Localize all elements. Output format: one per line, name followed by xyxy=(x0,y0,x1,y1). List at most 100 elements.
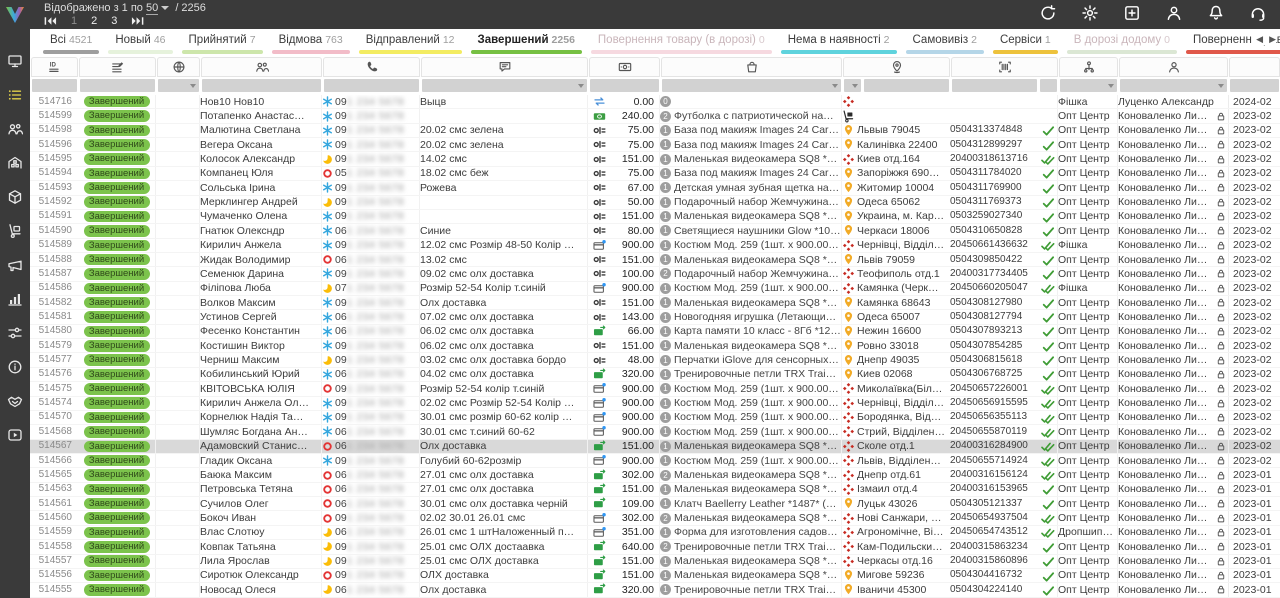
page-size-select[interactable]: 50 xyxy=(146,2,158,15)
tab-новый[interactable]: Новый46 xyxy=(107,29,173,56)
filter-input[interactable] xyxy=(32,79,77,92)
headset-button[interactable] xyxy=(1248,3,1268,23)
tab-всі[interactable]: Всі4521 xyxy=(42,29,100,56)
table-row[interactable]: 514576ЗавершенийКобилинський Юрий061 234… xyxy=(30,368,1280,382)
sidebar-item-products[interactable] xyxy=(0,180,30,214)
sidebar-item-settings[interactable] xyxy=(0,316,30,350)
bell-button[interactable] xyxy=(1206,3,1226,23)
refresh-button[interactable] xyxy=(1038,3,1058,23)
tab-сервіси[interactable]: Сервіси1 xyxy=(992,29,1059,56)
filter-input[interactable] xyxy=(324,79,419,92)
table-row[interactable]: 514592ЗавершенийМерклингер Андрей091 234… xyxy=(30,196,1280,210)
table-row[interactable]: 514567ЗавершенийАдамовский Станис…061 23… xyxy=(30,440,1280,454)
page-button-3[interactable]: 3 xyxy=(111,15,117,27)
table-row[interactable]: 514586ЗавершенийФіліпова Люба071 234 567… xyxy=(30,282,1280,296)
column-header-ttn[interactable] xyxy=(951,57,1058,77)
column-header-comment[interactable] xyxy=(421,57,588,77)
table-row[interactable]: 514556ЗавершенийСиротюк Олександр091 234… xyxy=(30,569,1280,583)
tab-відмова[interactable]: Відмова763 xyxy=(271,29,351,56)
sidebar-item-warehouse[interactable] xyxy=(0,146,30,180)
table-row[interactable]: 514563ЗавершенийПетровська Тетяна061 234… xyxy=(30,483,1280,497)
column-header-money[interactable] xyxy=(589,57,660,77)
table-row[interactable]: 514581ЗавершенийУстинов Сергей061 234 56… xyxy=(30,310,1280,324)
table-row[interactable]: 514599ЗавершенийПотапенко Анастас…091 23… xyxy=(30,109,1280,123)
table-row[interactable]: 514591ЗавершенийЧумаченко Олена091 234 5… xyxy=(30,210,1280,224)
table-row[interactable]: 514568ЗавершенийШумляс Богдана Ан…061 23… xyxy=(30,425,1280,439)
sidebar-item-procurement[interactable] xyxy=(0,214,30,248)
page-button-1[interactable]: 1 xyxy=(71,15,77,27)
filter-input[interactable] xyxy=(158,79,199,92)
table-row[interactable]: 514559ЗавершенийВлас Слотюу061 234 56782… xyxy=(30,526,1280,540)
table-row[interactable]: 514580ЗавершенийФесенко Константин061 23… xyxy=(30,325,1280,339)
tab-прийнятий[interactable]: Прийнятий7 xyxy=(181,29,264,56)
column-header-status[interactable] xyxy=(79,57,156,77)
column-header-flag[interactable] xyxy=(157,57,200,77)
table-row[interactable]: 514575ЗавершенийКВІТОВСЬКА ЮЛІЯ091 234 5… xyxy=(30,382,1280,396)
tab-завершений[interactable]: Завершений2256 xyxy=(470,29,583,56)
page-button-2[interactable]: 2 xyxy=(91,15,97,27)
table-row[interactable]: 514588ЗавершенийЖидак Володимир061 234 5… xyxy=(30,253,1280,267)
table-row[interactable]: 514557ЗавершенийЛила Ярослав091 234 5678… xyxy=(30,555,1280,569)
column-header-phone[interactable] xyxy=(323,57,420,77)
account-button[interactable] xyxy=(1164,3,1184,23)
filter-input[interactable] xyxy=(1230,79,1279,92)
table-row[interactable]: 514593ЗавершенийСольська Ірина091 234 56… xyxy=(30,181,1280,195)
tab-самовивіз[interactable]: Самовивіз2 xyxy=(905,29,985,56)
sidebar-item-info[interactable] xyxy=(0,350,30,384)
app-logo-icon[interactable] xyxy=(0,0,30,30)
filter-input[interactable] xyxy=(952,79,1037,92)
filter-input[interactable] xyxy=(1060,79,1117,92)
filter-input[interactable] xyxy=(662,79,841,92)
table-row[interactable]: 514566ЗавершенийГладик Оксана091 234 567… xyxy=(30,454,1280,468)
filter-input[interactable] xyxy=(1040,79,1057,92)
sidebar-item-orders[interactable] xyxy=(0,78,30,112)
table-row[interactable]: 514595ЗавершенийКолосок Александр091 234… xyxy=(30,152,1280,166)
table-row[interactable]: 514587ЗавершенийСеменюк Дарина091 234 56… xyxy=(30,267,1280,281)
column-header-name[interactable] xyxy=(201,57,322,77)
sidebar-item-clients[interactable] xyxy=(0,112,30,146)
table-row[interactable]: 514561ЗавершенийСучилов Олег061 234 5678… xyxy=(30,497,1280,511)
sidebar-item-video-help[interactable] xyxy=(0,418,30,452)
table-row[interactable]: 514560ЗавершенийБокоч Иван091 234 567802… xyxy=(30,511,1280,525)
sidebar-item-marketing[interactable] xyxy=(0,248,30,282)
table-row[interactable]: 514577ЗавершенийЧерниш Максим091 234 567… xyxy=(30,353,1280,367)
filter-input[interactable] xyxy=(202,79,321,92)
filter-input[interactable] xyxy=(590,79,659,92)
table-row[interactable]: 514565ЗавершенийБаюка Максим061 234 5678… xyxy=(30,468,1280,482)
table-row[interactable]: 514590ЗавершенийГнатюк Олексндр061 234 5… xyxy=(30,224,1280,238)
table-row[interactable]: 514574ЗавершенийКирилич Анжела Ол…091 23… xyxy=(30,397,1280,411)
filter-input[interactable] xyxy=(864,79,949,92)
table-row[interactable]: 514579ЗавершенийКостишин Виктор091 234 5… xyxy=(30,339,1280,353)
column-header-fulfillment[interactable] xyxy=(1059,57,1118,77)
gear-button[interactable] xyxy=(1080,3,1100,23)
column-header-delivery[interactable] xyxy=(843,57,950,77)
sidebar-item-dashboard[interactable] xyxy=(0,44,30,78)
tab-відправлений[interactable]: Відправлений12 xyxy=(358,29,463,56)
table-row[interactable]: 514594ЗавершенийКомпанец Юля051 234 5678… xyxy=(30,167,1280,181)
table-row[interactable]: 514589ЗавершенийКирилич Анжела091 234 56… xyxy=(30,239,1280,253)
column-header-product[interactable] xyxy=(661,57,842,77)
tab-в-дорозі-додому[interactable]: В дорозі додому0 xyxy=(1066,29,1178,56)
column-header-id[interactable]: ID xyxy=(31,57,78,77)
filter-input[interactable] xyxy=(844,79,861,92)
tab-scroll-right-icon[interactable]: ▶ xyxy=(1269,34,1276,45)
table-row[interactable]: 514716ЗавершенийНов10 Нов10091 234 5678В… xyxy=(30,95,1280,109)
tab-повернення-товару-в-дорозі-[interactable]: Повернення товару (в дорозі)0 xyxy=(590,29,773,56)
last-page-button[interactable] xyxy=(131,16,144,26)
table-row[interactable]: 514570ЗавершенийКорнелюк Надія Та…091 23… xyxy=(30,411,1280,425)
first-page-button[interactable] xyxy=(44,16,57,26)
sidebar-item-statistics[interactable] xyxy=(0,282,30,316)
sidebar-item-partners[interactable] xyxy=(0,384,30,418)
table-row[interactable]: 514582ЗавершенийВолков Максим091 234 567… xyxy=(30,296,1280,310)
table-row[interactable]: 514596ЗавершенийВегера Оксана091 234 567… xyxy=(30,138,1280,152)
add-square-button[interactable] xyxy=(1122,3,1142,23)
tab-scroll-left-icon[interactable]: ◀ xyxy=(1256,34,1263,45)
table-row[interactable]: 514555ЗавершенийНовосад Олеся061 234 567… xyxy=(30,583,1280,597)
column-header-manager[interactable] xyxy=(1119,57,1228,77)
table-row[interactable]: 514558ЗавершенийКовпак Татьяна091 234 56… xyxy=(30,540,1280,554)
filter-input[interactable] xyxy=(80,79,155,92)
column-header-date[interactable] xyxy=(1229,57,1280,77)
table-row[interactable]: 514598ЗавершенийМалютина Светлана091 234… xyxy=(30,124,1280,138)
tab-нема-в-наявності[interactable]: Нема в наявності2 xyxy=(780,29,898,56)
filter-input[interactable] xyxy=(422,79,587,92)
